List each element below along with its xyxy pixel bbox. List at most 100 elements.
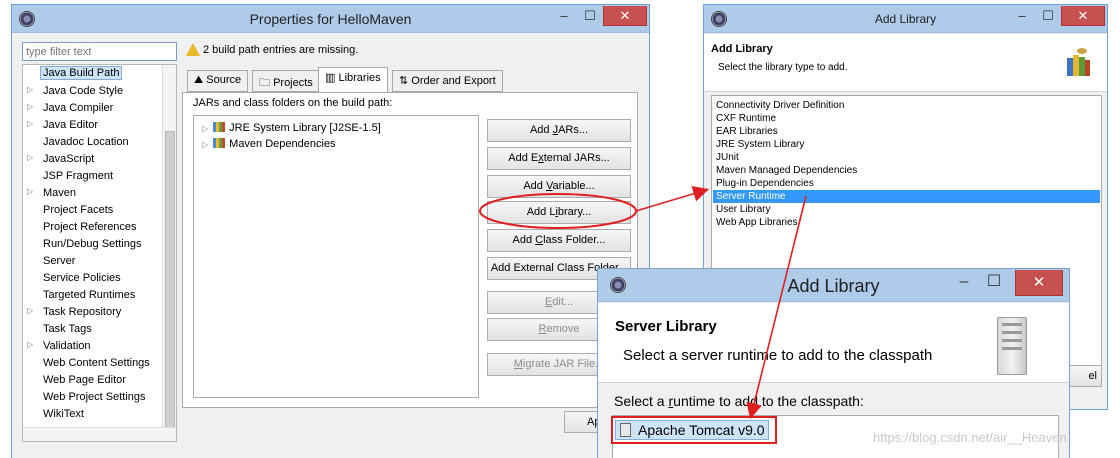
- library-type-item[interactable]: EAR Libraries: [713, 125, 1100, 138]
- library-type-item[interactable]: Web App Libraries: [713, 216, 1100, 229]
- nav-item[interactable]: Run/Debug Settings: [23, 236, 163, 253]
- nav-item[interactable]: Web Content Settings: [23, 355, 163, 372]
- nav-item[interactable]: Java Build Path: [23, 66, 163, 83]
- tree-vertical-scrollbar[interactable]: [162, 65, 176, 437]
- tab-order-and-export[interactable]: ⇅ Order and Export: [392, 70, 503, 92]
- header-subtitle: Select a server runtime to add to the cl…: [623, 347, 933, 364]
- tree-scroll-thumb[interactable]: [165, 131, 175, 437]
- nav-item-label: Service Policies: [43, 272, 121, 284]
- nav-item[interactable]: Project References: [23, 219, 163, 236]
- list-item-jre[interactable]: ▷ JRE System Library [J2SE-1.5]: [202, 122, 381, 138]
- nav-item[interactable]: ▷ Java Code Style: [23, 83, 163, 100]
- button-label-part: ariable...: [552, 180, 595, 192]
- expand-icon[interactable]: ▷: [27, 153, 33, 162]
- library-type-item[interactable]: JUnit: [713, 151, 1100, 164]
- nav-item-label: Web Project Settings: [43, 391, 146, 403]
- maximize-button[interactable]: ☐: [1035, 6, 1061, 26]
- nav-item[interactable]: Web Project Settings: [23, 389, 163, 406]
- nav-item[interactable]: Javadoc Location: [23, 134, 163, 151]
- nav-item[interactable]: WikiText: [23, 406, 163, 423]
- tree-horizontal-scrollbar[interactable]: [23, 427, 176, 441]
- button-label-part: Add External Class Fol: [490, 262, 603, 274]
- nav-item-label: Task Repository: [43, 306, 122, 318]
- library-type-item[interactable]: User Library: [713, 203, 1100, 216]
- library-icon: [213, 122, 226, 132]
- expand-icon[interactable]: ▷: [27, 102, 33, 111]
- button-label-part: lass Folder...: [543, 234, 606, 246]
- nav-item[interactable]: ▷ Validation: [23, 338, 163, 355]
- expand-icon[interactable]: ▷: [202, 124, 208, 133]
- list-item-maven[interactable]: ▷ Maven Dependencies: [202, 138, 336, 154]
- library-type-item[interactable]: CXF Runtime: [713, 112, 1100, 125]
- nav-item[interactable]: Web Page Editor: [23, 372, 163, 389]
- order-export-tab-icon: ⇅: [399, 75, 412, 87]
- warning-icon: [186, 43, 200, 56]
- nav-item-label: Validation: [43, 340, 91, 352]
- expand-icon[interactable]: ▷: [27, 85, 33, 94]
- build-path-button[interactable]: Add Variable...: [487, 175, 631, 198]
- header-title: Server Library: [615, 318, 717, 335]
- runtime-item[interactable]: Apache Tomcat v9.0: [615, 420, 769, 440]
- add-library-titlebar[interactable]: Add Library – ☐ ✕: [704, 5, 1107, 33]
- button-label-part: Add E: [508, 152, 539, 164]
- expand-icon[interactable]: ▷: [27, 119, 33, 128]
- button-label-part: emove: [546, 323, 580, 335]
- library-type-item[interactable]: Connectivity Driver Definition: [713, 99, 1100, 112]
- build-path-list[interactable]: ▷ JRE System Library [J2SE-1.5] ▷ Maven De…: [193, 115, 479, 398]
- minimize-button[interactable]: –: [951, 272, 977, 292]
- nav-item-label: WikiText: [43, 408, 84, 420]
- filter-input[interactable]: [22, 42, 177, 61]
- source-tab-icon: ⛰: [194, 74, 207, 86]
- nav-item[interactable]: Project Facets: [23, 202, 163, 219]
- server-library-titlebar[interactable]: Add Library – ☐ ✕: [598, 269, 1069, 302]
- tab-libraries[interactable]: ▥ Libraries: [318, 67, 388, 93]
- build-path-button[interactable]: Add JARs...: [487, 119, 631, 142]
- build-path-button[interactable]: Add External JARs...: [487, 147, 631, 170]
- tab-source[interactable]: ⛰ Source: [187, 70, 249, 92]
- nav-item[interactable]: Service Policies: [23, 270, 163, 287]
- close-button[interactable]: ✕: [1061, 6, 1105, 26]
- maximize-button[interactable]: ☐: [577, 6, 603, 26]
- nav-item-label: Server: [43, 255, 76, 267]
- nav-item-label: Task Tags: [43, 323, 92, 335]
- nav-item-label: Project Facets: [43, 204, 114, 216]
- watermark: https://blog.csdn.net/air__Heaven: [873, 430, 1067, 445]
- button-label-part: C: [535, 234, 544, 246]
- nav-item[interactable]: ▷ Java Compiler: [23, 100, 163, 117]
- nav-item-label: Javadoc Location: [43, 136, 129, 148]
- nav-item[interactable]: JSP Fragment: [23, 168, 163, 185]
- nav-item[interactable]: ▷ Task Repository: [23, 304, 163, 321]
- nav-item[interactable]: Targeted Runtimes: [23, 287, 163, 304]
- expand-icon[interactable]: ▷: [27, 187, 33, 196]
- header-subtitle: Select the library type to add.: [718, 62, 848, 73]
- expand-icon[interactable]: ▷: [27, 340, 33, 349]
- expand-icon[interactable]: ▷: [202, 140, 208, 149]
- tab-projects[interactable]: 🗀 Projects: [252, 70, 320, 92]
- nav-item-label: JSP Fragment: [43, 170, 114, 182]
- expand-icon[interactable]: ▷: [27, 306, 33, 315]
- library-type-item[interactable]: JRE System Library: [713, 138, 1100, 151]
- nav-item[interactable]: ▷ Java Editor: [23, 117, 163, 134]
- minimize-button[interactable]: –: [551, 6, 577, 26]
- minimize-button[interactable]: –: [1009, 6, 1035, 26]
- property-page-tree[interactable]: WikiText Web Project Settings Web Page Edi…: [22, 64, 177, 442]
- library-icon: [213, 138, 226, 148]
- library-type-item[interactable]: Plug-in Dependencies: [713, 177, 1100, 190]
- nav-item[interactable]: ▷ Maven: [23, 185, 163, 202]
- nav-item-label: Web Content Settings: [43, 357, 150, 369]
- nav-item[interactable]: ▷ JavaScript: [23, 151, 163, 168]
- nav-item[interactable]: Server: [23, 253, 163, 270]
- maximize-button[interactable]: ☐: [981, 272, 1007, 292]
- close-button[interactable]: ✕: [603, 6, 647, 26]
- library-type-item[interactable]: Server Runtime: [713, 190, 1100, 203]
- close-button[interactable]: ✕: [1015, 270, 1063, 296]
- header-title: Add Library: [711, 43, 773, 55]
- projects-tab-icon: 🗀: [259, 77, 274, 89]
- build-path-button[interactable]: Add Class Folder...: [487, 229, 631, 252]
- button-label-part: brary...: [557, 206, 592, 218]
- button-label-part: Add: [512, 234, 536, 246]
- build-path-button[interactable]: Add Library...: [487, 201, 631, 224]
- nav-item[interactable]: Task Tags: [23, 321, 163, 338]
- properties-titlebar[interactable]: Properties for HelloMaven – ☐ ✕: [12, 5, 649, 33]
- library-type-item[interactable]: Maven Managed Dependencies: [713, 164, 1100, 177]
